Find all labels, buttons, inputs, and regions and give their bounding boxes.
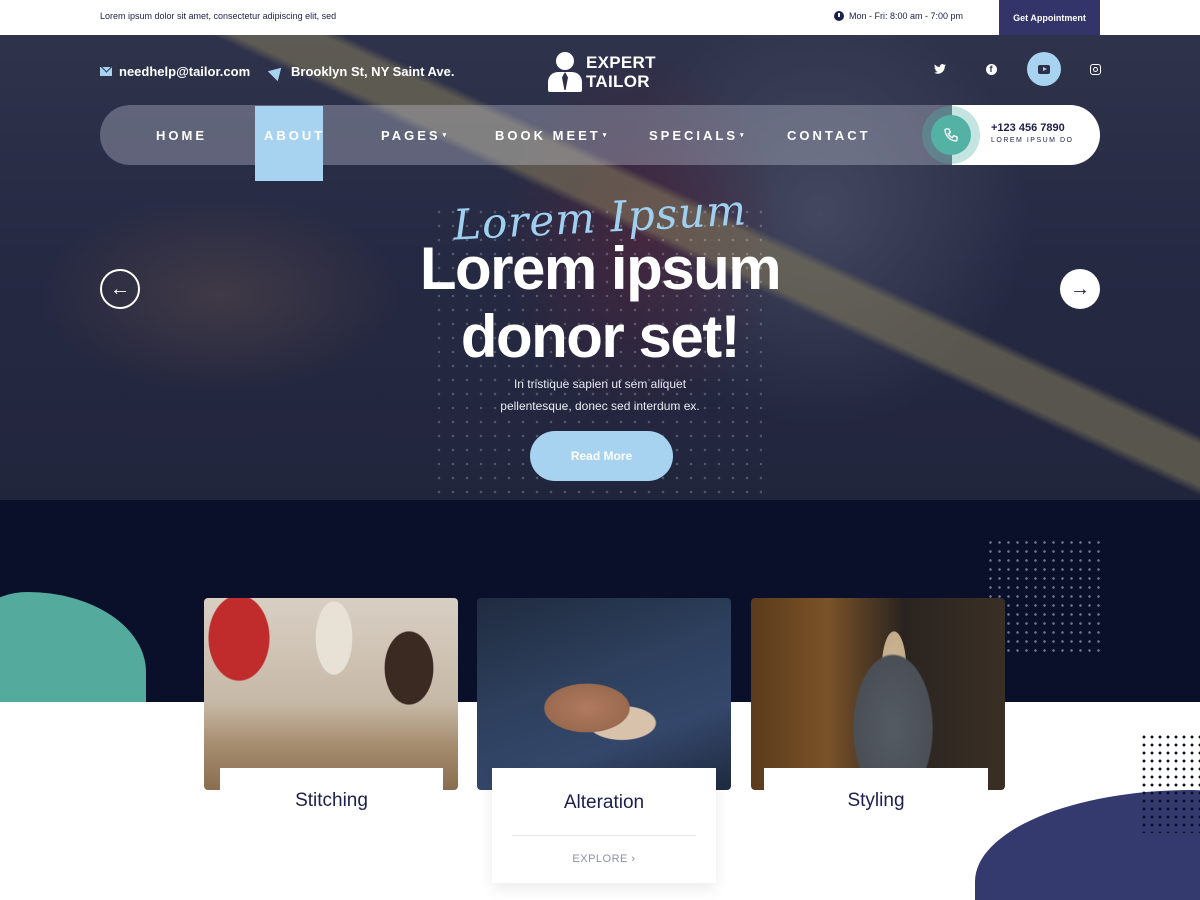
nav-item-specials[interactable]: SPECIALS ▾ — [649, 105, 744, 165]
phone-caption: LOREM IPSUM DO — [991, 137, 1074, 144]
service-title: Styling — [847, 790, 905, 811]
tailor-figure-icon — [548, 52, 582, 92]
facebook-icon[interactable]: f — [974, 52, 1008, 86]
card-divider — [512, 835, 696, 836]
nav-item-about[interactable]: ABOUT — [264, 105, 325, 165]
logo-line-1: EXPERT — [586, 53, 656, 72]
headline-line-1: Lorem ipsum — [419, 235, 782, 302]
get-appointment-button[interactable]: Get Appointment — [999, 0, 1100, 35]
phone-number[interactable]: +123 456 7890 — [991, 122, 1065, 134]
page: Lorem ipsum dolor sit amet, consectetur … — [0, 0, 1200, 900]
chevron-down-icon: ▾ — [602, 132, 607, 139]
header-email[interactable]: needhelp@tailor.com — [100, 64, 250, 79]
dot-pattern-decoration-2 — [1140, 733, 1200, 833]
read-more-button[interactable]: Read More — [530, 431, 673, 481]
address-text: Brooklyn St, NY Saint Ave. — [291, 64, 455, 79]
alteration-photo[interactable] — [477, 598, 731, 790]
styling-photo[interactable] — [751, 598, 1005, 790]
nav-item-pages[interactable]: PAGES ▾ — [381, 105, 446, 165]
nav-item-book-meet[interactable]: BOOK MEET ▾ — [495, 105, 606, 165]
hero-section: needhelp@tailor.com Brooklyn St, NY Sain… — [0, 35, 1200, 500]
clock-icon — [834, 11, 844, 21]
twitter-icon[interactable] — [923, 52, 957, 86]
logo-line-2: TAILOR — [586, 72, 650, 91]
header-address: Brooklyn St, NY Saint Ave. — [267, 62, 455, 81]
site-logo[interactable]: EXPERT TAILOR — [548, 52, 656, 92]
nav-item-home[interactable]: HOME — [156, 105, 207, 165]
top-tagline: Lorem ipsum dolor sit amet, consectetur … — [100, 11, 337, 21]
email-text: needhelp@tailor.com — [119, 64, 251, 79]
chevron-down-icon: ▾ — [442, 132, 447, 139]
instagram-icon[interactable] — [1078, 52, 1112, 86]
stitching-photo[interactable] — [204, 598, 458, 790]
top-bar: Lorem ipsum dolor sit amet, consectetur … — [0, 0, 1200, 35]
phone-icon[interactable] — [931, 115, 971, 155]
hero-subtitle: In tristique sapien ut sem aliquet pelle… — [500, 377, 700, 413]
mail-icon — [100, 67, 112, 76]
nav-item-contact[interactable]: CONTACT — [787, 105, 871, 165]
service-card-styling[interactable]: Styling — [764, 768, 988, 838]
hours-text: Mon - Fri: 8:00 am - 7:00 pm — [849, 11, 964, 21]
service-card-stitching[interactable]: Stitching — [220, 768, 443, 838]
service-title: Stitching — [295, 790, 368, 811]
service-title: Alteration — [563, 792, 645, 813]
explore-link[interactable]: EXPLORE › — [492, 853, 716, 865]
opening-hours: Mon - Fri: 8:00 am - 7:00 pm — [834, 11, 963, 21]
headline-line-2: donor set! — [460, 303, 741, 370]
youtube-icon[interactable] — [1027, 52, 1061, 86]
location-arrow-icon — [267, 62, 287, 81]
hero-headline: Lorem ipsum donor set! — [0, 235, 1200, 371]
chevron-down-icon: ▾ — [740, 132, 744, 139]
service-card-alteration[interactable]: Alteration — [492, 768, 716, 883]
